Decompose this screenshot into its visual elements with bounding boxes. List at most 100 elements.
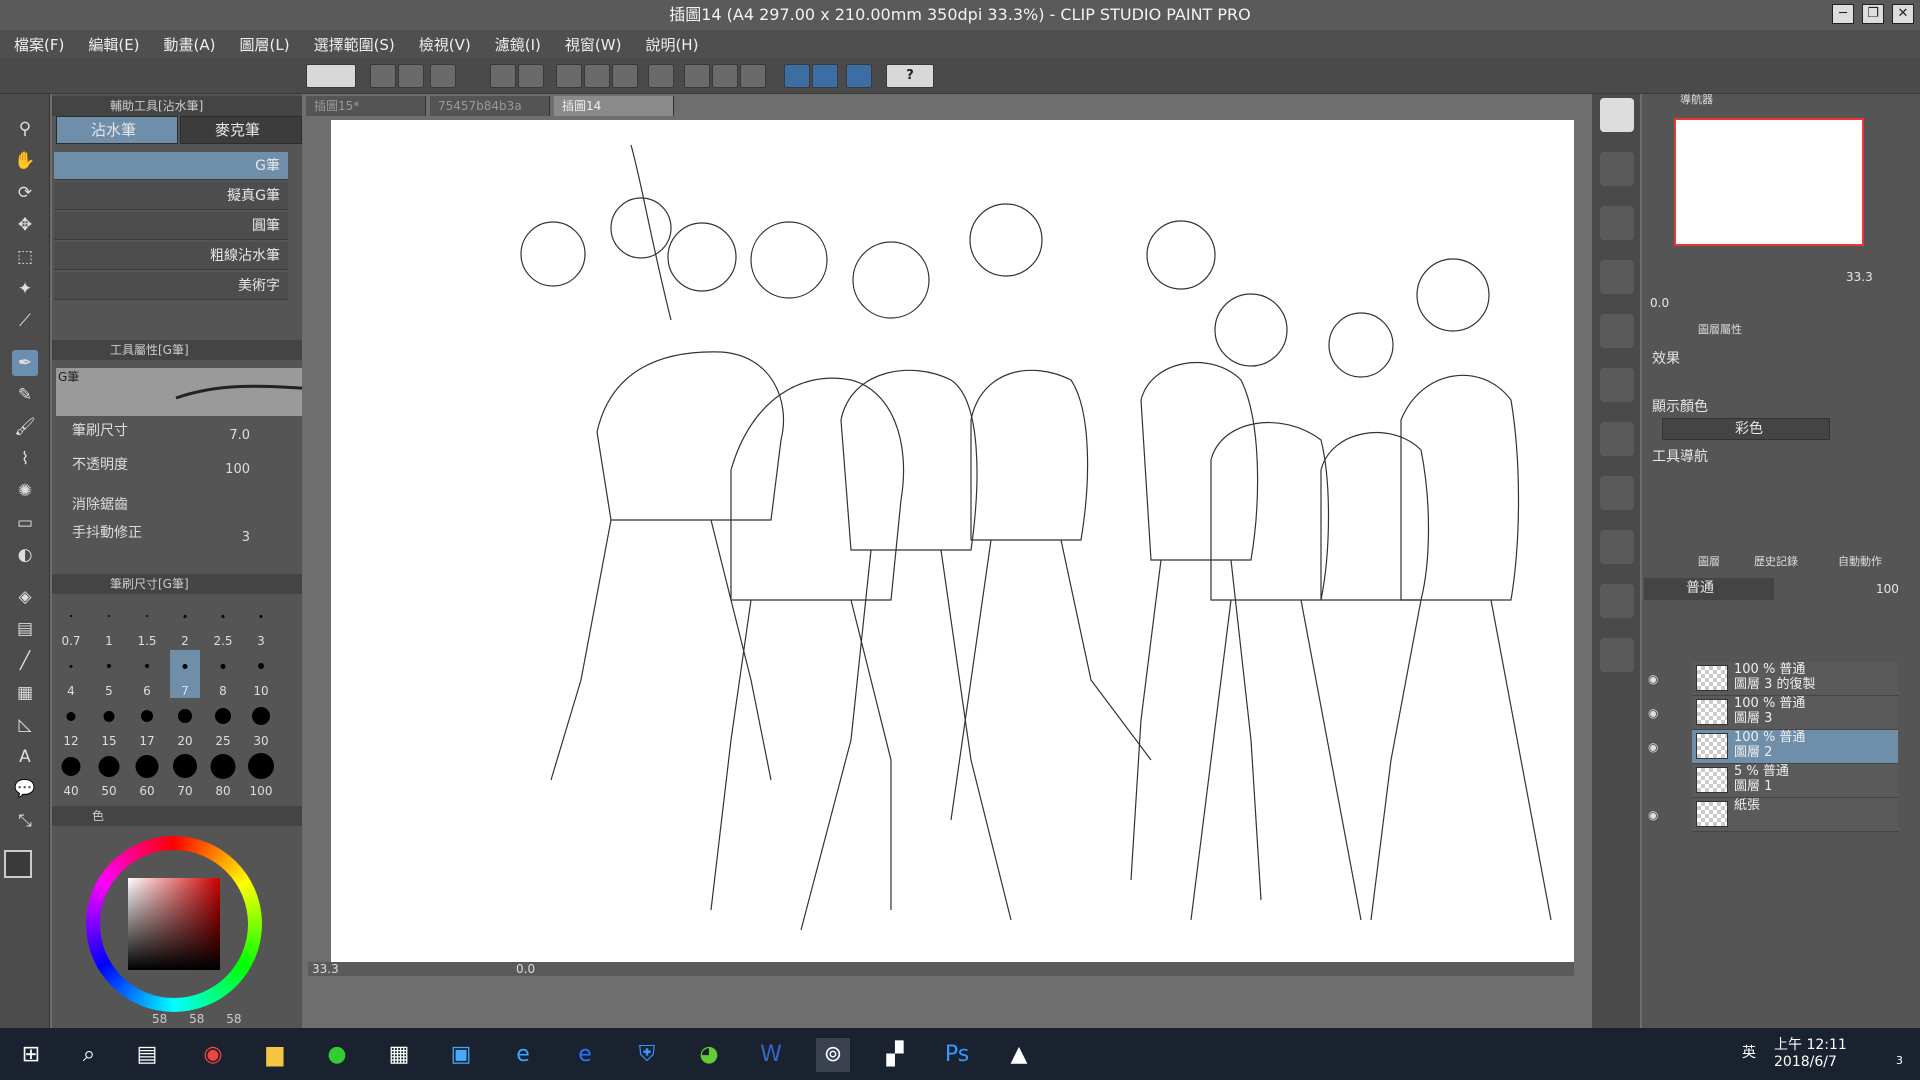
layer-opacity-value[interactable]: 100 [1876,582,1899,596]
notification-count[interactable]: 3 [1896,1054,1903,1067]
rotate-tool-icon[interactable]: ⟳ [12,180,38,206]
save-icon[interactable] [430,64,456,88]
main-color-swatch[interactable] [4,850,32,878]
auto-action-tab[interactable]: 自動動作 [1838,552,1882,572]
brush-size-cell[interactable]: 6 [132,650,162,698]
gradient-tool-icon[interactable]: ▤ [12,616,38,642]
snap-grid-icon[interactable] [846,64,872,88]
frame-tool-icon[interactable]: ▦ [12,680,38,706]
navigator-tab[interactable]: 導航器 [1680,90,1713,110]
layer-row[interactable]: 5 % 普通 圖層 1 [1692,764,1898,798]
menu-layer[interactable]: 圖層(L) [240,34,290,55]
fill-icon[interactable] [584,64,610,88]
brush-size-cell[interactable]: 1.5 [132,600,162,648]
hide-selection-icon[interactable] [684,64,710,88]
sticky-notes-icon[interactable]: ▞ [878,1038,912,1072]
color-wheel[interactable] [86,836,262,1012]
doc-tab-1[interactable]: 插圖15* [306,96,426,116]
brush-tool-icon[interactable]: 🖌 [12,414,38,440]
layers-tab[interactable]: 圖層 [1698,552,1720,572]
undo-icon[interactable] [490,64,516,88]
close-button[interactable]: ✕ [1892,4,1914,24]
search-icon[interactable] [1600,98,1634,132]
crop-icon[interactable] [712,64,738,88]
open-file-icon[interactable] [398,64,424,88]
navigator-preview[interactable] [1674,118,1864,246]
calculator-icon[interactable]: ▦ [382,1038,416,1072]
brush-size-value[interactable]: 7.0 [210,428,250,443]
display-color-select[interactable]: 彩色 [1662,418,1830,440]
brush-round-pen[interactable]: 圓筆 [54,212,288,240]
clip-studio-icon[interactable] [306,64,356,88]
material-icon[interactable] [1600,152,1634,186]
snap-ruler-icon[interactable] [784,64,810,88]
eyedropper-icon[interactable]: ⟋ [12,308,38,334]
hand-tool-icon[interactable]: ✋ [12,148,38,174]
stabilization-value[interactable]: 3 [230,530,250,545]
app-icon[interactable]: ◕ [692,1038,726,1072]
menu-filter[interactable]: 濾鏡(I) [495,34,541,55]
menu-window[interactable]: 視窗(W) [565,34,622,55]
layer-visibility-icon[interactable]: ◉ [1648,808,1666,822]
defender-icon[interactable]: ⛨ [630,1038,664,1072]
material-frame-icon[interactable] [1600,368,1634,402]
brush-size-cell[interactable]: 30 [246,700,276,748]
line-icon[interactable]: ● [320,1038,354,1072]
opacity-value[interactable]: 100 [210,462,250,477]
brush-calligraphy[interactable]: 美術字 [54,272,288,300]
menu-edit[interactable]: 編輯(E) [88,34,139,55]
layer-row[interactable]: 100 % 普通 圖層 2 [1692,730,1898,764]
eraser-tool-icon[interactable]: ▭ [12,510,38,536]
layer-visibility-icon[interactable]: ◉ [1648,672,1666,686]
ruler-tool-icon[interactable]: ◺ [12,712,38,738]
word-icon[interactable]: W [754,1038,788,1072]
menu-file[interactable]: 檔案(F) [14,34,64,55]
transform-icon[interactable] [648,64,674,88]
color-panel-tab[interactable]: 色 [52,806,302,826]
layer-visibility-icon[interactable]: ◉ [1648,740,1666,754]
clip-studio-taskbar-icon[interactable]: ⊚ [816,1038,850,1072]
menu-animation[interactable]: 動畫(A) [164,34,216,55]
file-explorer-icon[interactable]: ▆ [258,1038,292,1072]
text-tool-icon[interactable]: A [12,744,38,770]
zoom-readout[interactable]: 33.3 [312,962,339,976]
subtool-tab-pen[interactable]: 沾水筆 [56,116,178,144]
brush-size-cell[interactable]: 10 [246,650,276,698]
subtool-tab-marker[interactable]: 麥克筆 [180,116,302,144]
saturation-value-square[interactable] [128,878,220,970]
people-icon[interactable]: ▣ [444,1038,478,1072]
brush-thick-pen[interactable]: 粗線沾水筆 [54,242,288,270]
task-view-icon[interactable]: ▤ [130,1038,164,1072]
pencil-tool-icon[interactable]: ✎ [12,382,38,408]
ime-indicator[interactable]: 英 [1742,1042,1756,1062]
material-color-icon[interactable] [1600,260,1634,294]
blend-mode-select[interactable]: 普通 [1644,578,1774,600]
clear-icon[interactable] [556,64,582,88]
brush-size-cell[interactable]: 70 [170,750,200,798]
new-file-icon[interactable] [370,64,396,88]
brush-size-cell[interactable]: 50 [94,750,124,798]
brush-size-cell[interactable]: 20 [170,700,200,748]
material-background-icon[interactable] [1600,422,1634,456]
brush-size-cell[interactable]: 3 [246,600,276,648]
material-download-icon[interactable] [1600,638,1634,672]
photos-icon[interactable]: ▲ [1002,1038,1036,1072]
search-icon[interactable]: ⌕ [72,1038,106,1072]
clock-date[interactable]: 2018/6/7 [1774,1054,1837,1070]
material-image-icon[interactable] [1600,206,1634,240]
brush-size-cell[interactable]: 15 [94,700,124,748]
photoshop-icon[interactable]: Ps [940,1038,974,1072]
correct-line-tool-icon[interactable]: ⤡ [12,808,38,834]
material-monochrome-icon[interactable] [1600,314,1634,348]
balloon-tool-icon[interactable]: 💬 [12,776,38,802]
airbrush-tool-icon[interactable]: ⌇ [12,446,38,472]
menu-view[interactable]: 檢視(V) [419,34,471,55]
brush-size-cell[interactable]: 17 [132,700,162,748]
material-brush-icon[interactable] [1600,530,1634,564]
grid-icon[interactable] [740,64,766,88]
canvas-paper[interactable] [331,120,1574,963]
pen-tool-icon[interactable]: ✒ [12,350,38,376]
layer-row[interactable]: 紙張 [1692,798,1898,832]
brush-size-cell[interactable]: 60 [132,750,162,798]
brush-size-cell[interactable]: 2.5 [208,600,238,648]
